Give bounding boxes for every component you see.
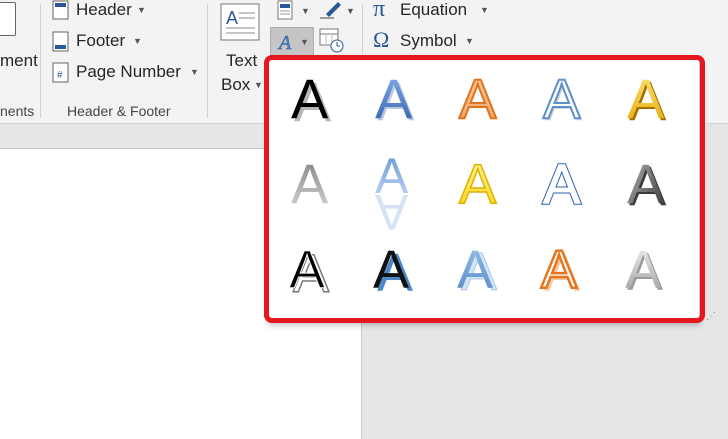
svg-text:A: A bbox=[375, 67, 413, 130]
resize-grip-icon[interactable]: ⋰ bbox=[706, 311, 716, 322]
wordart-icon: A bbox=[277, 32, 293, 53]
wordart-preview: A A bbox=[375, 148, 409, 240]
wordart-preview: A A bbox=[457, 240, 498, 303]
svg-text:A: A bbox=[457, 240, 493, 300]
footer-button[interactable]: Footer ▼ bbox=[48, 29, 198, 55]
footer-icon bbox=[52, 31, 69, 52]
equation-button[interactable]: π Equation ▼ bbox=[373, 0, 493, 26]
wordart-style-gray-gradient[interactable]: A bbox=[277, 148, 351, 218]
wordart-style-light-blue-outline[interactable]: A A bbox=[529, 63, 603, 133]
chevron-down-icon: ▼ bbox=[137, 5, 146, 15]
wordart-preview: A A bbox=[542, 66, 583, 132]
svg-text:A: A bbox=[627, 67, 665, 130]
header-icon bbox=[52, 0, 69, 20]
wordart-preview: A A bbox=[542, 151, 583, 217]
page-number-button[interactable]: # Page Number ▼ bbox=[48, 60, 199, 86]
symbol-label: Symbol bbox=[400, 31, 457, 50]
wordart-preview: A A bbox=[375, 67, 415, 132]
wordart-style-blue-double-outline[interactable]: A A bbox=[529, 148, 603, 218]
wordart-style-blue-reflection[interactable]: A A bbox=[361, 148, 435, 240]
chevron-down-icon[interactable]: ▼ bbox=[346, 6, 355, 16]
wordart-preview: A A bbox=[625, 240, 663, 302]
text-box-button[interactable]: A Text Box ▼ bbox=[216, 0, 266, 96]
wordart-style-black-hard-shadow[interactable]: A A bbox=[277, 233, 351, 305]
equation-label: Equation bbox=[400, 0, 468, 19]
wordart-preview: A A bbox=[627, 67, 667, 132]
wordart-preview: A bbox=[291, 152, 329, 215]
text-box-label-line1: Text bbox=[226, 51, 258, 70]
svg-text:A: A bbox=[226, 8, 238, 28]
wordart-style-black-blue-shadow[interactable]: A A bbox=[361, 233, 435, 303]
svg-text:A: A bbox=[291, 152, 329, 215]
wordart-preview: A A bbox=[289, 240, 330, 305]
footer-label: Footer bbox=[76, 31, 126, 50]
header-label: Header bbox=[76, 0, 132, 19]
wordart-preview: A bbox=[458, 66, 498, 131]
wordart-style-black-shadow[interactable]: A A bbox=[277, 63, 351, 133]
text-box-label-line2: Box bbox=[221, 75, 251, 94]
chevron-down-icon: ▼ bbox=[465, 36, 474, 46]
symbol-button[interactable]: Ω Symbol ▼ bbox=[373, 27, 483, 55]
wordart-preview: A A bbox=[540, 239, 580, 303]
chevron-down-icon: ▼ bbox=[480, 5, 489, 15]
page-number-label: Page Number bbox=[76, 62, 181, 81]
group-divider bbox=[40, 4, 41, 118]
chevron-down-icon: ▼ bbox=[133, 36, 142, 46]
chevron-down-icon: ▼ bbox=[254, 80, 263, 90]
chevron-down-icon[interactable]: ▼ bbox=[301, 6, 310, 16]
svg-text:A: A bbox=[543, 67, 581, 130]
wordart-style-yellow-outline[interactable]: A bbox=[445, 148, 519, 218]
wordart-style-orange-outline[interactable]: A bbox=[445, 63, 519, 133]
cut-off-button-label[interactable]: ment bbox=[0, 51, 38, 71]
svg-text:A: A bbox=[625, 240, 661, 300]
pi-icon: π bbox=[373, 0, 386, 22]
cut-off-group-label: nents bbox=[0, 103, 35, 119]
svg-text:A: A bbox=[277, 32, 292, 53]
svg-text:#: # bbox=[57, 70, 63, 81]
wordart-style-gold-bevel[interactable]: A A bbox=[613, 63, 687, 133]
svg-text:A: A bbox=[373, 240, 409, 300]
wordart-preview: A bbox=[458, 151, 498, 216]
chevron-down-icon: ▼ bbox=[300, 37, 309, 47]
wordart-style-blue-gradient[interactable]: A A bbox=[361, 63, 435, 133]
header-button[interactable]: Header ▼ bbox=[48, 0, 198, 26]
page-number-icon: # bbox=[52, 62, 69, 83]
svg-text:A: A bbox=[375, 184, 409, 240]
svg-text:A: A bbox=[543, 152, 581, 215]
text-box-icon: A bbox=[220, 3, 260, 41]
svg-text:A: A bbox=[541, 240, 577, 300]
group-divider bbox=[362, 4, 363, 54]
wordart-preview: A A bbox=[627, 152, 667, 217]
svg-text:A: A bbox=[459, 67, 497, 130]
chevron-down-icon: ▼ bbox=[190, 67, 199, 77]
svg-text:A: A bbox=[627, 152, 665, 215]
wordart-button[interactable]: A ▼ bbox=[270, 27, 314, 57]
wordart-style-gray-bevel[interactable]: A A bbox=[613, 148, 687, 218]
date-time-icon[interactable] bbox=[318, 27, 344, 53]
signature-line-icon[interactable] bbox=[318, 0, 344, 22]
wordart-style-orange-white-outline[interactable]: A A bbox=[529, 233, 603, 303]
quick-parts-icon[interactable] bbox=[275, 0, 297, 22]
wordart-preview: A A bbox=[373, 240, 413, 303]
wordart-preview: A A bbox=[291, 67, 332, 133]
wordart-style-blue-layered[interactable]: A A bbox=[445, 233, 519, 303]
svg-text:A: A bbox=[459, 152, 497, 215]
svg-text:A: A bbox=[289, 240, 325, 300]
wordart-style-silver-gradient[interactable]: A A bbox=[613, 233, 687, 303]
group-divider bbox=[207, 4, 208, 118]
group-label-header-footer: Header & Footer bbox=[67, 103, 171, 119]
wordart-gallery: A A A A A A A A A A A A A A A A A A A A … bbox=[268, 58, 700, 323]
omega-icon: Ω bbox=[373, 27, 390, 52]
document-icon[interactable] bbox=[0, 2, 16, 36]
svg-text:A: A bbox=[291, 67, 329, 130]
